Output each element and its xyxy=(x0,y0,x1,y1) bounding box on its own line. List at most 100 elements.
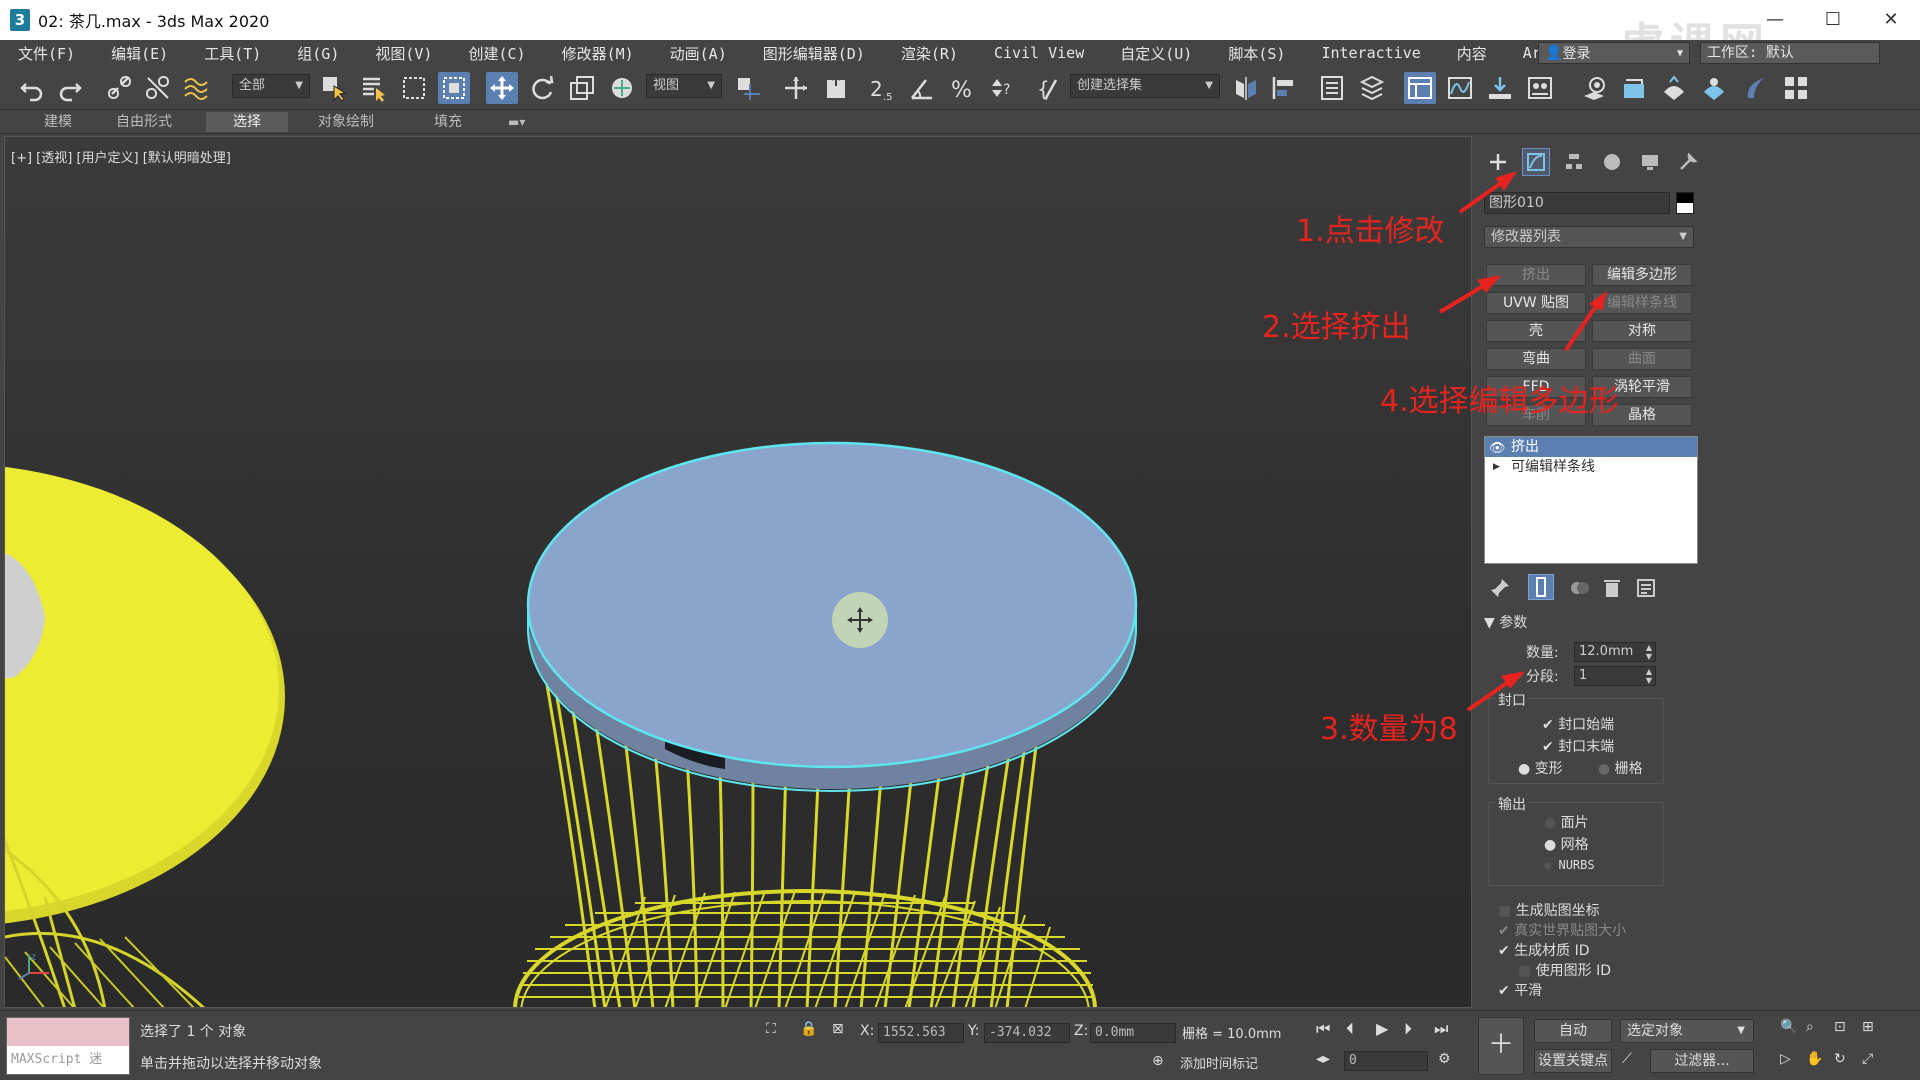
surface-button[interactable]: 曲面 xyxy=(1592,348,1692,370)
nurbs-radio[interactable]: ● NURBS xyxy=(1544,858,1595,872)
window-crossing-icon[interactable] xyxy=(438,72,470,104)
object-color-swatch[interactable] xyxy=(1676,192,1694,214)
symmetry-button[interactable]: 对称 xyxy=(1592,320,1692,342)
close-button[interactable]: ✕ xyxy=(1862,0,1920,40)
object-name-field[interactable]: 图形010 xyxy=(1484,192,1670,214)
menu-views[interactable]: 视图(V) xyxy=(375,43,432,64)
extrude-button[interactable]: 挤出 xyxy=(1486,264,1586,286)
login-dropdown[interactable]: 👤 登录 ▼ xyxy=(1538,42,1690,64)
auto-key-button[interactable]: 自动 xyxy=(1534,1019,1612,1043)
select-and-scale-icon[interactable] xyxy=(566,72,598,104)
undo-icon[interactable] xyxy=(16,72,48,104)
hierarchy-tab-icon[interactable] xyxy=(1560,148,1588,176)
set-key-icon[interactable]: ＋ xyxy=(1478,1017,1524,1075)
maximize-viewport-icon[interactable]: ⤢ xyxy=(1862,1051,1873,1067)
morph-radio[interactable]: ● 变形 xyxy=(1518,758,1563,778)
select-and-move-icon[interactable] xyxy=(486,72,518,104)
schematic-view-icon[interactable] xyxy=(1484,72,1516,104)
shell-button[interactable]: 壳 xyxy=(1486,320,1586,342)
ribbon-options-icon[interactable]: ▬▾ xyxy=(494,112,539,132)
workspace-dropdown[interactable]: 工作区: 默认 xyxy=(1700,42,1880,64)
amount-spinner[interactable]: 12.0mm ▲ ▼ xyxy=(1574,642,1656,662)
key-mode-icon[interactable]: ◂▸ xyxy=(1316,1051,1330,1067)
material-editor-icon[interactable] xyxy=(1524,72,1556,104)
expand-triangle-icon[interactable]: ▶ xyxy=(1493,457,1500,477)
modifier-list-dropdown[interactable]: 修改器列表 ▼ xyxy=(1484,226,1694,248)
bend-button[interactable]: 弯曲 xyxy=(1486,348,1586,370)
menu-modifiers[interactable]: 修改器(M) xyxy=(562,43,634,64)
grid-radio[interactable]: ● 栅格 xyxy=(1598,758,1643,778)
y-coordinate-field[interactable]: -374.032 xyxy=(984,1023,1070,1043)
tab-modeling[interactable]: 建模 xyxy=(30,112,86,132)
mesh-radio[interactable]: ● 网格 xyxy=(1544,834,1589,854)
zoom-extents-icon[interactable]: ⊡ xyxy=(1834,1019,1846,1035)
uvw-map-button[interactable]: UVW 贴图 xyxy=(1486,292,1586,314)
field-of-view-icon[interactable]: ▷ xyxy=(1780,1051,1791,1067)
perspective-viewport[interactable]: [+] [透视] [用户定义] [默认明暗处理] z xyxy=(4,136,1472,1008)
key-tangent-icon[interactable]: ⟋ xyxy=(1622,1051,1632,1067)
configure-modifier-sets-icon[interactable] xyxy=(1634,576,1658,600)
modify-tab-icon[interactable] xyxy=(1522,148,1550,176)
create-tab-icon[interactable] xyxy=(1484,148,1512,176)
pivot-center-icon[interactable] xyxy=(732,72,764,104)
maximize-button[interactable]: ☐ xyxy=(1804,0,1862,40)
go-to-start-icon[interactable]: ⏮ xyxy=(1316,1019,1330,1039)
menu-graph-editors[interactable]: 图形编辑器(D) xyxy=(763,43,865,64)
zoom-extents-all-icon[interactable]: ⊞ xyxy=(1862,1019,1874,1035)
time-tag-icon[interactable]: ⊕ xyxy=(1152,1053,1164,1069)
selection-filter-dropdown[interactable]: 全部 ▼ xyxy=(232,74,310,98)
smooth-checkbox[interactable]: ✔ 平滑 xyxy=(1498,980,1542,1000)
maxscript-output[interactable] xyxy=(7,1018,129,1046)
zoom-all-icon[interactable]: ⌕ xyxy=(1806,1019,1814,1035)
time-config-icon[interactable]: ⚙ xyxy=(1438,1051,1451,1067)
menu-animation[interactable]: 动画(A) xyxy=(670,43,727,64)
menu-customize[interactable]: 自定义(U) xyxy=(1120,43,1192,64)
utilities-tab-icon[interactable] xyxy=(1674,148,1702,176)
a360-gallery-icon[interactable] xyxy=(1780,72,1812,104)
select-and-rotate-icon[interactable] xyxy=(526,72,558,104)
go-to-end-icon[interactable]: ⏭ xyxy=(1434,1019,1448,1039)
maxscript-listener[interactable]: MAXScript 迷 xyxy=(6,1017,130,1075)
minimize-button[interactable]: — xyxy=(1746,0,1804,40)
previous-frame-icon[interactable]: ⏴ xyxy=(1346,1019,1354,1039)
mirror-icon[interactable] xyxy=(1230,72,1262,104)
link-icon[interactable] xyxy=(104,72,136,104)
remove-modifier-icon[interactable] xyxy=(1600,576,1624,600)
percent-snap-icon[interactable]: % xyxy=(946,72,978,104)
menu-file[interactable]: 文件(F) xyxy=(18,43,75,64)
toggle-ribbon-icon[interactable] xyxy=(1404,72,1436,104)
tab-selection[interactable]: 选择 xyxy=(206,112,288,132)
stack-item-editable-spline[interactable]: ▶ 可编辑样条线 xyxy=(1485,457,1697,477)
snaps-toggle-icon[interactable]: 2.5 xyxy=(866,72,898,104)
key-filter-dropdown[interactable]: 选定对象 ▼ xyxy=(1620,1019,1754,1043)
reference-coord-dropdown[interactable]: 视图 ▼ xyxy=(646,74,722,98)
patch-radio[interactable]: ● 面片 xyxy=(1544,812,1589,832)
lock-icon[interactable]: 🔒 xyxy=(800,1021,817,1037)
z-coordinate-field[interactable]: 0.0mm xyxy=(1090,1023,1176,1043)
cap-end-checkbox[interactable]: ✔ 封口末端 xyxy=(1542,736,1614,756)
render-production-icon[interactable] xyxy=(1658,72,1690,104)
key-filters-button[interactable]: 过滤器... xyxy=(1650,1049,1754,1073)
segments-spinner[interactable]: 1 ▲ ▼ xyxy=(1574,666,1656,686)
menu-interactive[interactable]: Interactive xyxy=(1321,44,1420,62)
curve-editor-icon[interactable] xyxy=(1444,72,1476,104)
layer-explorer-icon[interactable] xyxy=(1356,72,1388,104)
real-world-map-checkbox[interactable]: ✔ 真实世界贴图大小 xyxy=(1498,920,1626,940)
selected-tabletop-disk[interactable] xyxy=(526,441,1138,792)
eye-icon[interactable]: 👁 xyxy=(1489,439,1506,459)
spinner-arrows-icon[interactable]: ▲ ▼ xyxy=(1646,667,1652,685)
tab-object-paint[interactable]: 对象绘制 xyxy=(304,112,388,132)
play-icon[interactable]: ▶ xyxy=(1376,1019,1388,1038)
rendered-frame-window-icon[interactable] xyxy=(1618,72,1650,104)
render-in-cloud-icon[interactable] xyxy=(1740,72,1772,104)
select-object-icon[interactable] xyxy=(318,72,350,104)
next-frame-icon[interactable]: ⏵ xyxy=(1404,1019,1412,1039)
move-gizmo-icon[interactable] xyxy=(832,592,888,648)
redo-icon[interactable] xyxy=(54,72,86,104)
tab-freeform[interactable]: 自由形式 xyxy=(102,112,186,132)
select-manipulate-icon[interactable] xyxy=(780,72,812,104)
menu-create[interactable]: 创建(C) xyxy=(468,43,525,64)
isolate-selection-icon[interactable]: ⛶ xyxy=(766,1021,776,1037)
motion-tab-icon[interactable] xyxy=(1598,148,1626,176)
align-icon[interactable] xyxy=(1268,72,1300,104)
